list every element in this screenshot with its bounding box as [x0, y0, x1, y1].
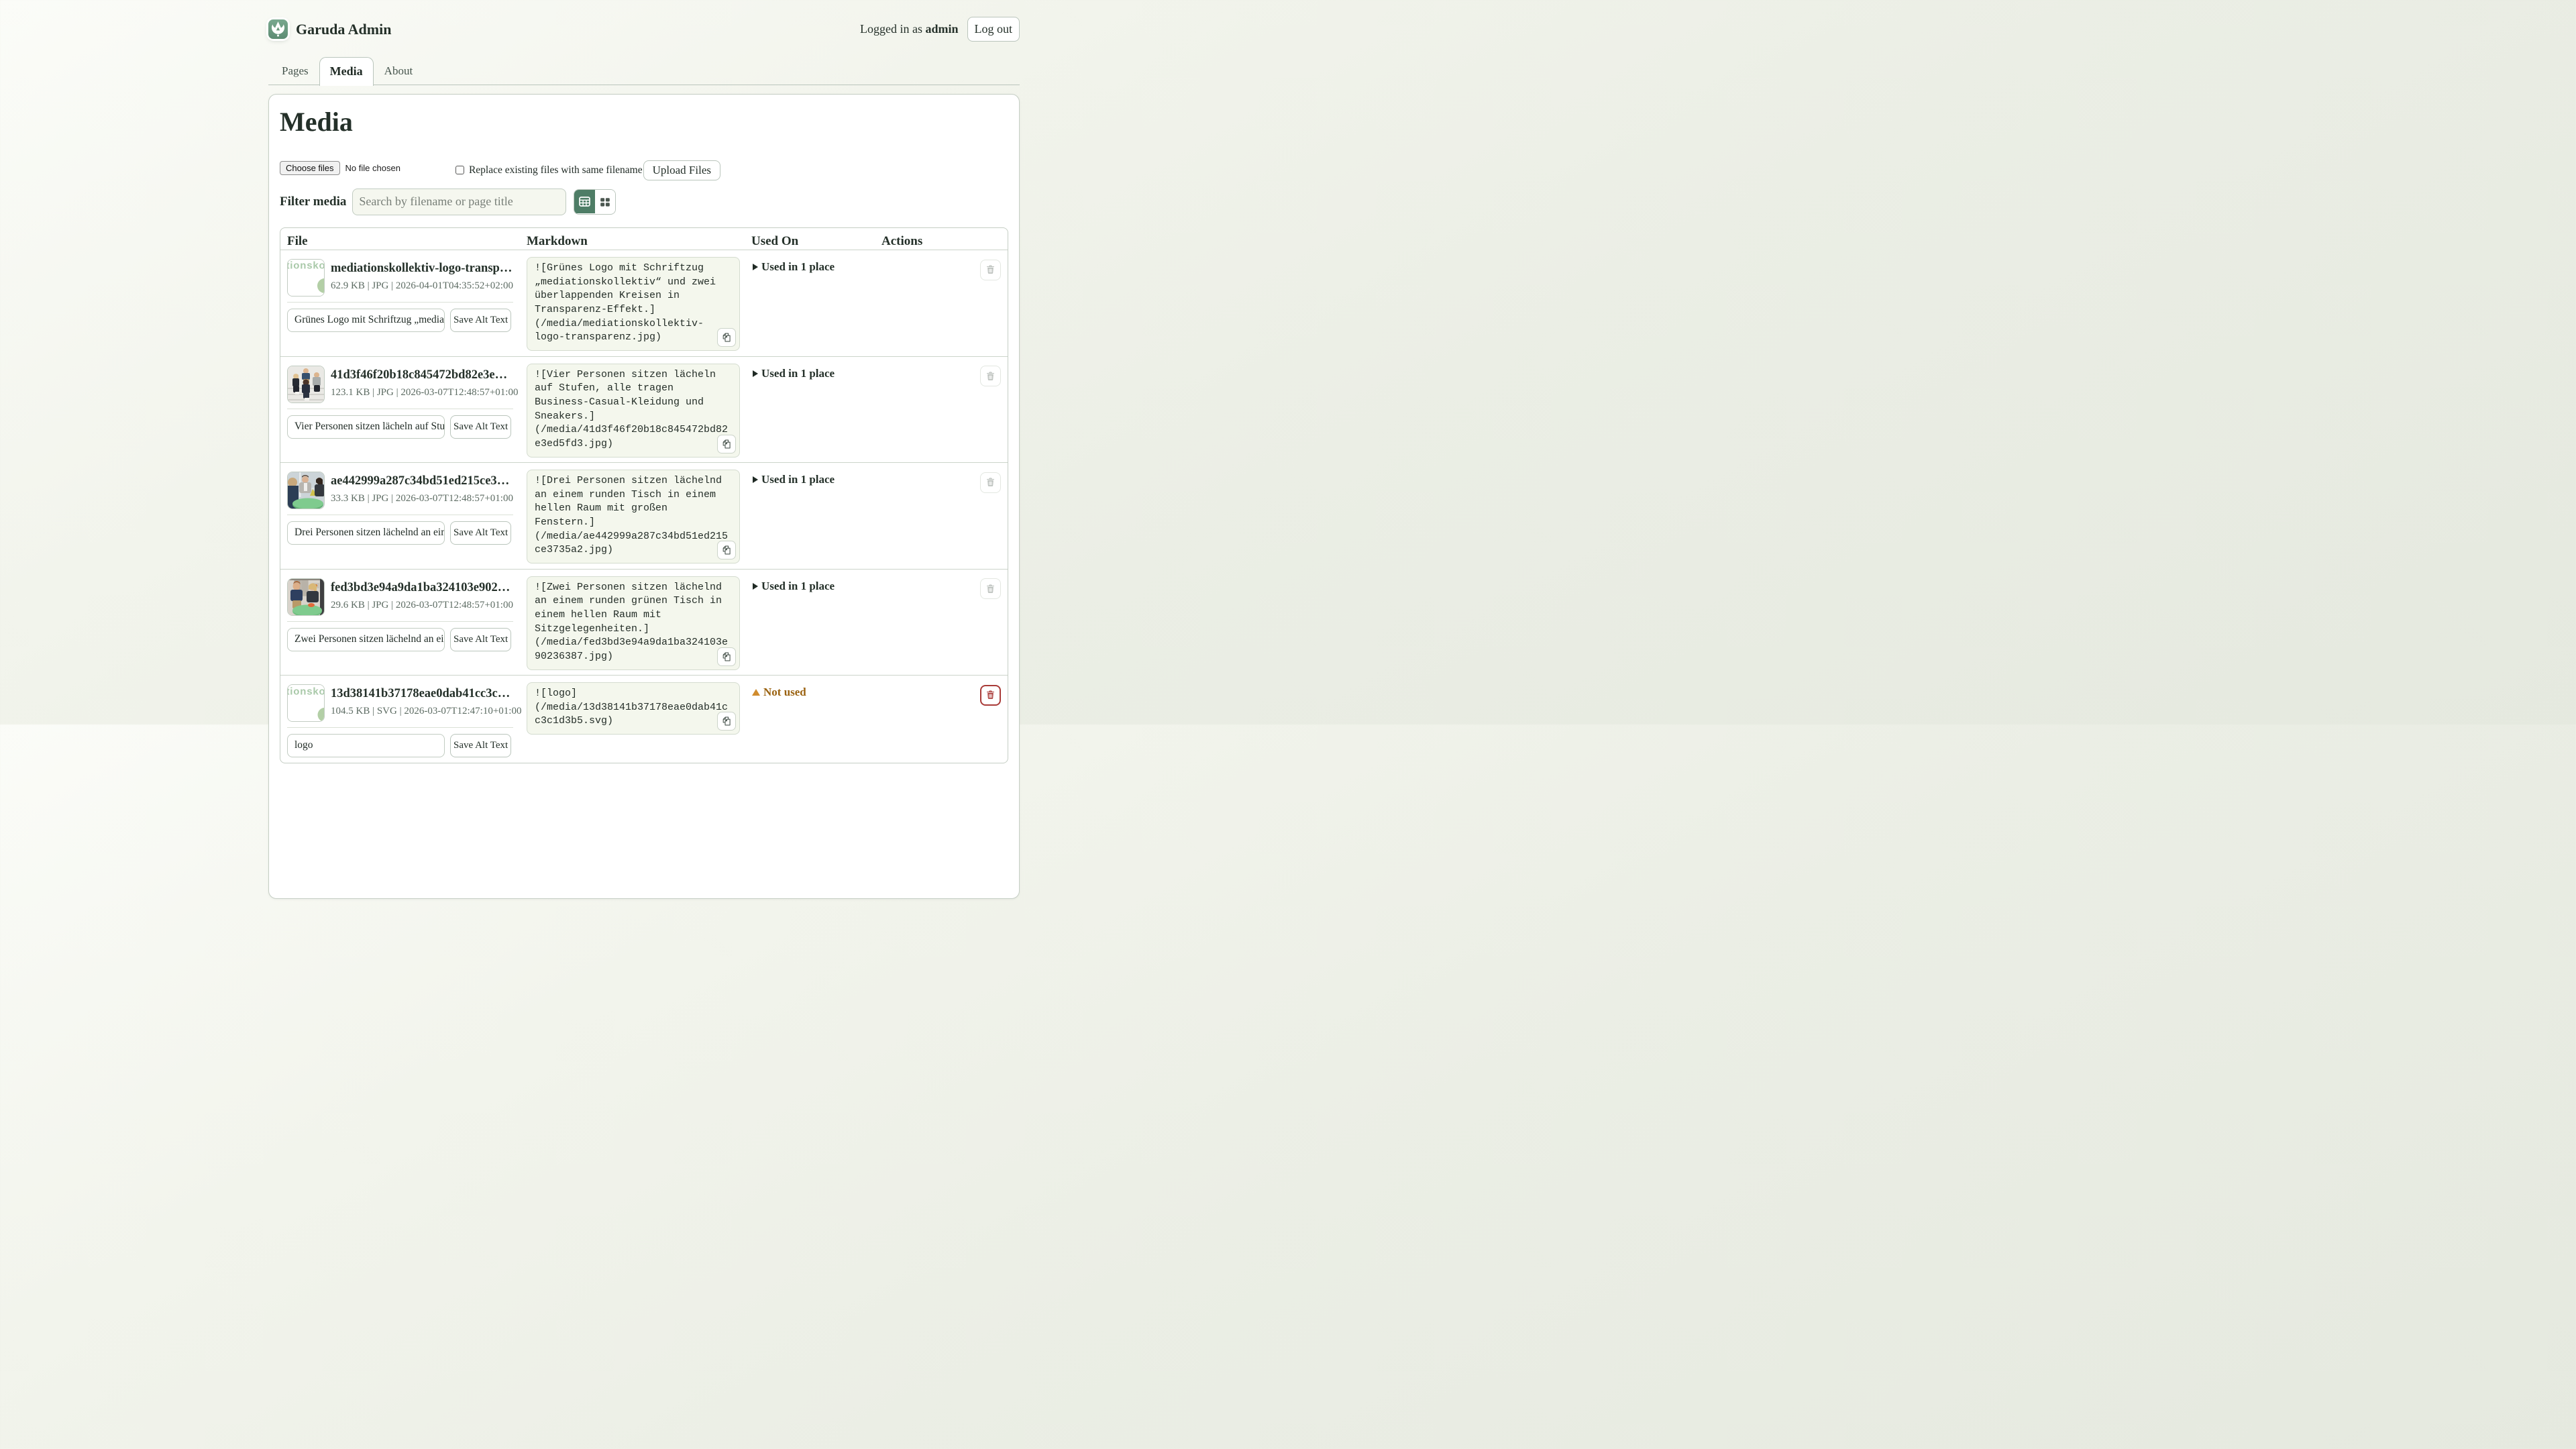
- svg-text:tionsko: tionsko: [287, 260, 325, 271]
- svg-text:tionsko: tionsko: [287, 686, 325, 697]
